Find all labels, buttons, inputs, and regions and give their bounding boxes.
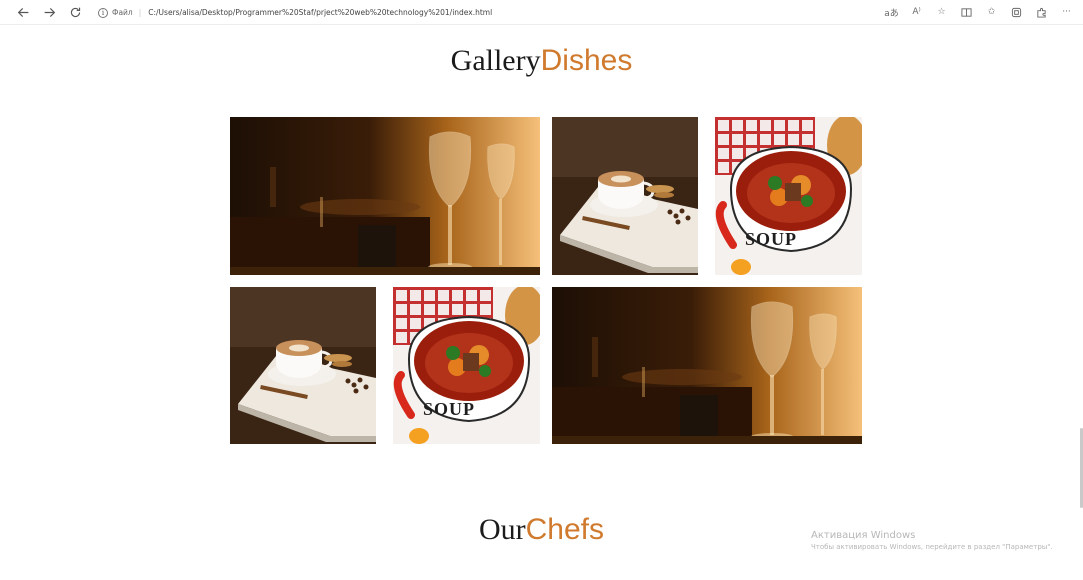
gallery-image-restaurant-1[interactable]	[230, 117, 540, 275]
chefs-heading-word2: Chefs	[525, 513, 605, 546]
refresh-icon	[70, 7, 80, 17]
gallery-heading-word1: Gallery	[450, 44, 541, 77]
gallery-image-restaurant-2[interactable]	[552, 287, 862, 444]
read-aloud-icon[interactable]: aあ	[879, 6, 904, 19]
extensions-icon[interactable]	[1029, 7, 1054, 18]
arrow-left-icon	[17, 7, 28, 17]
collections-icon[interactable]	[1004, 7, 1029, 18]
more-menu-icon[interactable]: ···	[1054, 7, 1079, 17]
text-size-icon[interactable]: A⁾	[904, 7, 929, 17]
chefs-heading-word1: Our	[478, 513, 526, 546]
favorite-star-icon[interactable]: ☆	[929, 7, 954, 17]
gallery-image-cappuccino-1[interactable]	[552, 117, 698, 275]
gallery-heading-word2: Dishes	[540, 44, 633, 77]
gallery-image-soup-1[interactable]: SOUP	[715, 117, 862, 275]
address-url[interactable]: C:/Users/alisa/Desktop/Programmer%20Staf…	[148, 8, 492, 17]
gallery-heading: GalleryDishes	[0, 44, 1083, 78]
browser-toolbar: i Файл | C:/Users/alisa/Desktop/Programm…	[0, 0, 1083, 25]
browser-actions: aあ A⁾ ☆ ✩ ···	[879, 3, 1079, 21]
arrow-right-icon	[44, 7, 55, 17]
soup-bowl-lettering: SOUP	[423, 399, 476, 419]
soup-bowl-lettering: SOUP	[745, 229, 798, 249]
watermark-title: Активация Windows	[811, 530, 916, 541]
address-bar[interactable]: i Файл | C:/Users/alisa/Desktop/Programm…	[98, 4, 492, 21]
split-screen-icon[interactable]	[954, 7, 979, 18]
gallery-image-soup-2[interactable]: SOUP	[393, 287, 540, 444]
scheme-label: Файл	[112, 8, 133, 17]
gallery-image-cappuccino-2[interactable]	[230, 287, 376, 444]
address-separator: |	[138, 8, 142, 17]
windows-activation-watermark: Активация Windows Чтобы активировать Win…	[811, 530, 1053, 551]
back-button[interactable]	[14, 3, 32, 21]
watermark-subtitle: Чтобы активировать Windows, перейдите в …	[811, 543, 1053, 551]
refresh-button[interactable]	[66, 3, 84, 21]
info-icon[interactable]: i	[98, 7, 108, 18]
favorites-icon[interactable]: ✩	[979, 7, 1004, 17]
forward-button[interactable]	[40, 3, 58, 21]
